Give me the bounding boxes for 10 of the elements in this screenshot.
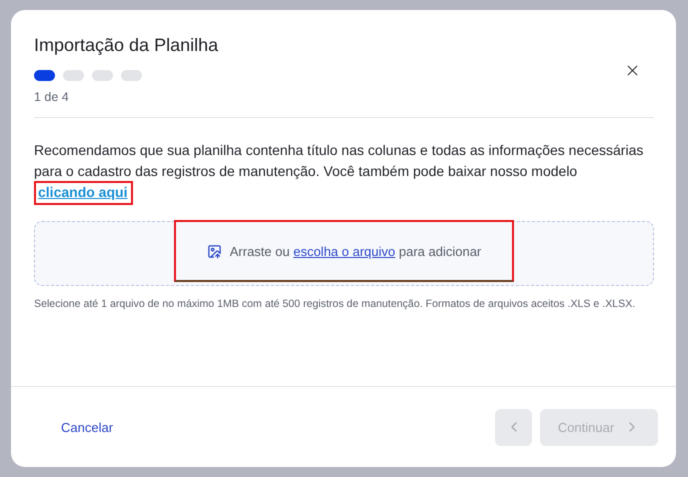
dialog-title: Importação da Planilha [34, 34, 218, 57]
choose-file-link[interactable]: escolha o arquivo [293, 244, 396, 258]
dropzone[interactable]: Arraste ou escolha o arquivo para adicionar [34, 221, 654, 286]
intro-text: Recomendamos que sua planilha contenha título nas colunas e todas as informações necessárias para o cadastro das registros de manutenção. Você também pode baixar nosso modelo clicando aqui [34, 140, 654, 203]
file-hint: Selecione até 1 arquivo de no máximo 1MB com até 500 registros de manutenção. Formatos de arquivos aceitos .XLS e .XLSX. [34, 297, 636, 312]
template-link[interactable]: clicando aqui [38, 184, 128, 200]
step-counter: 1 de 4 [34, 89, 70, 105]
dropzone-text: Arraste ou escolha o arquivo para adicionar [230, 244, 482, 258]
image-upload-icon [206, 244, 222, 258]
cancel-button[interactable]: Cancelar [61, 416, 114, 438]
